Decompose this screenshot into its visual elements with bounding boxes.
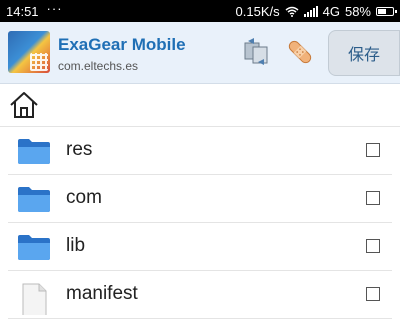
status-bar: 14:51 ··· 0.15K/s 4G 58%: [0, 0, 400, 22]
list-item[interactable]: com: [8, 175, 392, 223]
status-dots: ···: [46, 0, 63, 16]
wifi-icon: [285, 6, 299, 17]
list-item[interactable]: res: [8, 127, 392, 175]
battery-percent: 58%: [344, 3, 371, 19]
app-package: com.eltechs.es: [58, 59, 139, 73]
list-item[interactable]: lib: [8, 223, 392, 271]
folder-icon: [18, 187, 50, 212]
folder-icon: [18, 235, 50, 260]
select-checkbox[interactable]: [366, 287, 380, 301]
app-icon: [8, 31, 50, 73]
battery-icon: [376, 6, 397, 16]
app-header: ExaGear Mobile com.eltechs.es 保存: [0, 22, 400, 84]
select-checkbox[interactable]: [366, 239, 380, 253]
select-checkbox[interactable]: [366, 191, 380, 205]
file-name: com: [66, 187, 102, 208]
file-name: lib: [66, 235, 86, 256]
file-name: manifest: [66, 283, 138, 304]
app-title: ExaGear Mobile: [58, 35, 186, 54]
folder-icon: [18, 139, 50, 164]
signal-icon: [303, 5, 318, 17]
swap-icon[interactable]: [240, 36, 272, 68]
status-left: 14:51 ···: [6, 0, 63, 19]
network-speed: 0.15K/s: [235, 3, 280, 19]
file-name: res: [66, 139, 93, 160]
file-list: res com lib manifest: [0, 127, 400, 319]
file-icon: [22, 283, 47, 315]
status-right: 0.15K/s 4G 58%: [235, 3, 397, 19]
select-checkbox[interactable]: [366, 143, 380, 157]
breadcrumb: [0, 84, 400, 127]
list-item[interactable]: manifest: [8, 271, 392, 319]
home-icon[interactable]: [8, 90, 40, 120]
network-type: 4G: [322, 3, 340, 19]
bandage-icon[interactable]: [284, 36, 316, 68]
status-time: 14:51: [6, 3, 39, 19]
save-button[interactable]: 保存: [328, 30, 400, 76]
